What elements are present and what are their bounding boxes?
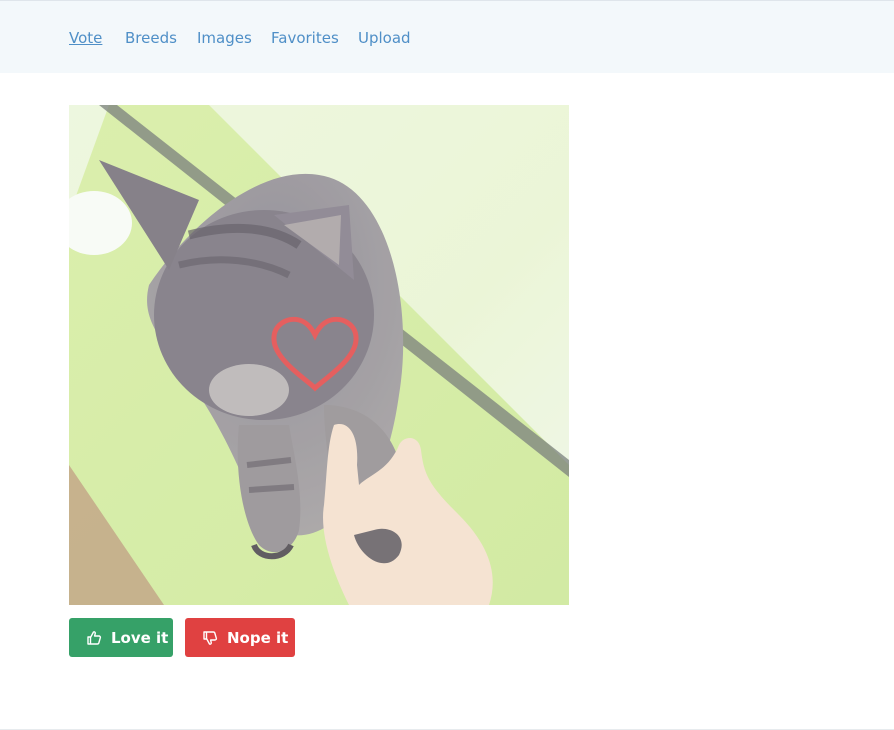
nav-link-images[interactable]: Images (197, 28, 252, 48)
thumbs-up-icon (86, 630, 102, 646)
love-it-label: Love it (111, 628, 169, 647)
love-it-button[interactable]: Love it (69, 618, 173, 657)
nav-link-breeds[interactable]: Breeds (125, 28, 177, 48)
thumbs-down-icon (202, 630, 218, 646)
nope-it-label: Nope it (227, 628, 289, 647)
nav-link-upload[interactable]: Upload (358, 28, 411, 48)
nav-link-favorites[interactable]: Favorites (271, 28, 339, 48)
cat-photo[interactable] (69, 105, 569, 605)
top-navbar: Vote Breeds Images Favorites Upload (0, 1, 894, 73)
nav-link-vote[interactable]: Vote (69, 28, 102, 48)
nope-it-button[interactable]: Nope it (185, 618, 295, 657)
